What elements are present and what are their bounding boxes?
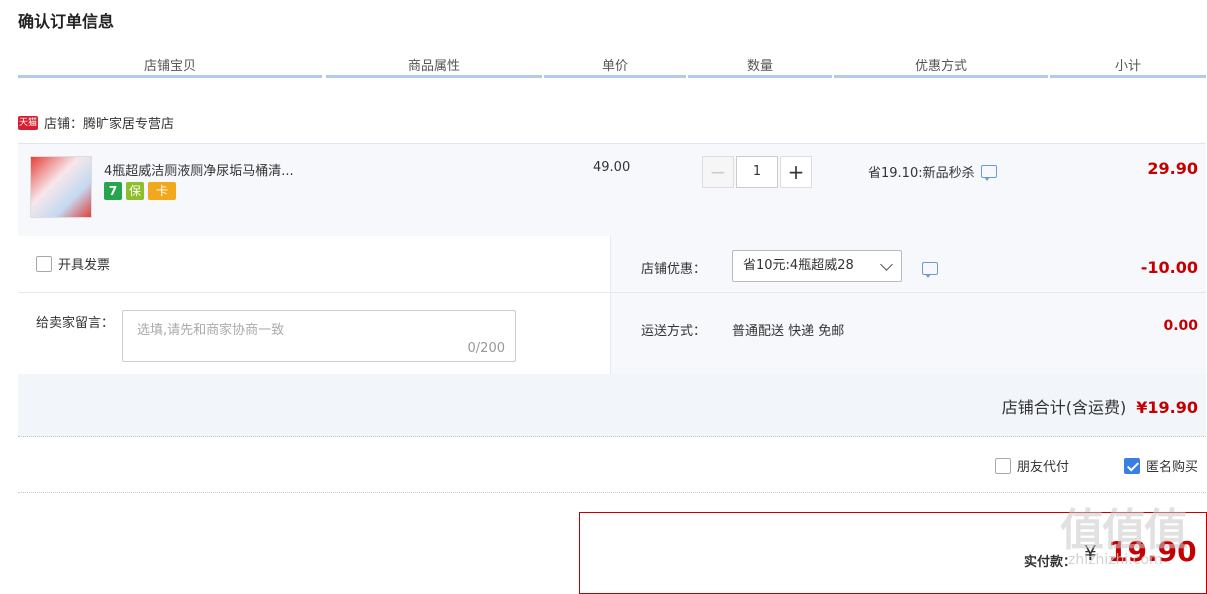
buyer-options: 开具发票 给卖家留言： 选填,请先和商家协商一致 0/200 <box>18 236 610 374</box>
shop-row: 天猫 店铺：腾旷家居专营店 <box>18 113 174 132</box>
quantity-stepper: − 1 + <box>702 156 812 188</box>
anonymous-label: 匿名购买 <box>1146 460 1199 475</box>
table-header: 店铺宝贝 商品属性 单价 数量 优惠方式 小计 <box>18 55 1206 79</box>
guarantee-icon[interactable]: 保 <box>126 182 144 200</box>
anonymous-checkbox[interactable] <box>1124 457 1140 474</box>
quantity-plus-button[interactable]: + <box>780 156 812 188</box>
header-attributes: 商品属性 <box>326 55 542 78</box>
unit-price: 49.00 <box>593 160 631 175</box>
shipping-amount: 0.00 <box>1163 318 1198 334</box>
watermark-url: zhizhizhi.com <box>1068 552 1163 568</box>
chat-icon[interactable] <box>980 165 997 181</box>
chevron-down-icon <box>880 258 893 271</box>
row-divider <box>18 292 1206 293</box>
header-quantity: 数量 <box>688 55 832 78</box>
page-title: 确认订单信息 <box>18 12 115 31</box>
seven-day-return-icon[interactable]: 7 <box>104 182 122 200</box>
watermark: 值值值 <box>1060 505 1188 556</box>
service-tags: 7 保 卡 <box>104 182 176 200</box>
header-unit-price: 单价 <box>544 55 686 78</box>
shop-discount-label: 店铺优惠： <box>641 262 707 277</box>
shop-name-link[interactable]: 腾旷家居专营店 <box>83 117 174 132</box>
shop-discount-amount: -10.00 <box>1140 258 1198 277</box>
friend-pay-option[interactable]: 朋友代付 <box>995 456 1069 475</box>
shop-total-amount: ¥19.90 <box>1136 398 1198 417</box>
tmall-icon: 天猫 <box>18 115 38 130</box>
shop-discount-selected: 省10元:4瓶超威28 <box>743 258 854 273</box>
card-payment-icon[interactable]: 卡 <box>148 182 176 200</box>
shop-label: 店铺：腾旷家居专营店 <box>44 117 175 132</box>
shop-total: 店铺合计(含运费) ¥19.90 <box>1002 394 1198 418</box>
separator <box>18 492 1206 494</box>
invoice-option[interactable]: 开具发票 <box>36 254 110 273</box>
payment-options: 朋友代付 匿名购买 <box>0 454 1207 478</box>
friend-pay-checkbox[interactable] <box>995 457 1011 474</box>
header-subtotal: 小计 <box>1050 55 1206 78</box>
invoice-label: 开具发票 <box>58 258 111 273</box>
anonymous-option[interactable]: 匿名购买 <box>1124 456 1198 475</box>
message-label: 给卖家留言： <box>36 316 115 331</box>
header-discount: 优惠方式 <box>834 55 1048 78</box>
invoice-checkbox[interactable] <box>36 255 52 272</box>
header-shop-item: 店铺宝贝 <box>18 55 322 78</box>
message-char-count: 0/200 <box>467 341 505 356</box>
shipping-method: 普通配送 快递 免邮 <box>732 324 845 339</box>
quantity-input[interactable]: 1 <box>736 156 778 188</box>
shop-total-label: 店铺合计(含运费) <box>1001 398 1127 417</box>
friend-pay-label: 朋友代付 <box>1017 460 1070 475</box>
shop-discount-select[interactable]: 省10元:4瓶超威28 <box>732 250 902 282</box>
shipping-label: 运送方式： <box>641 324 707 339</box>
promo-text: 省19.10:新品秒杀 <box>868 166 975 181</box>
message-placeholder: 选填,请先和商家协商一致 <box>137 323 285 338</box>
order-item: 4瓶超威洁厕液厕净尿垢马桶清... 7 保 卡 49.00 − 1 + 省19.… <box>18 143 1206 237</box>
order-options: 开具发票 给卖家留言： 选填,请先和商家协商一致 0/200 店铺优惠： 省10… <box>18 236 1206 437</box>
product-name-link[interactable]: 4瓶超威洁厕液厕净尿垢马桶清... <box>104 160 294 179</box>
item-subtotal: 29.90 <box>1147 159 1198 178</box>
shop-options: 店铺优惠： 省10元:4瓶超威28 -10.00 运送方式： 普通配送 快递 免… <box>611 236 1206 374</box>
promo-info: 省19.10:新品秒杀 <box>868 162 997 181</box>
chat-icon[interactable] <box>922 262 938 278</box>
product-thumbnail[interactable] <box>30 156 92 218</box>
quantity-minus-button[interactable]: − <box>702 156 734 188</box>
message-textarea[interactable]: 选填,请先和商家协商一致 0/200 <box>122 310 516 362</box>
